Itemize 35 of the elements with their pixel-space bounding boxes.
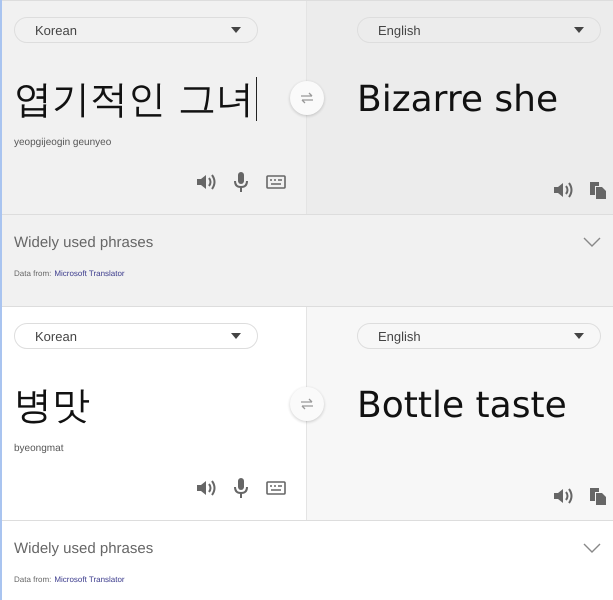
keyboard-icon[interactable] (266, 175, 286, 189)
copy-icon[interactable] (589, 181, 607, 199)
romanization-text: byeongmat (14, 443, 64, 454)
swap-icon (300, 398, 314, 410)
translation-text: Bottle taste (357, 384, 567, 426)
romanization-text: yeopgijeogin geunyeo (14, 137, 112, 148)
source-text[interactable]: 병맛 (14, 380, 90, 430)
attribution-label: Data from: (14, 269, 52, 278)
speaker-icon[interactable] (196, 479, 216, 497)
language-dropdown[interactable]: Korean (14, 17, 258, 43)
phrases-expander[interactable]: Widely used phrases (2, 215, 613, 269)
attribution-link[interactable]: Microsoft Translator (54, 269, 125, 278)
attribution-link[interactable]: Microsoft Translator (54, 575, 125, 584)
translation-text: Bizarre she (357, 78, 558, 120)
language-dropdown[interactable]: Korean (14, 323, 258, 349)
swap-icon (300, 92, 314, 104)
dropdown-caret-icon (574, 333, 584, 339)
source-text[interactable]: 엽기적인 그녀 (14, 74, 254, 124)
swap-button[interactable] (290, 81, 324, 115)
language-dropdown[interactable]: English (357, 323, 601, 349)
swap-button[interactable] (290, 387, 324, 421)
keyboard-icon[interactable] (266, 481, 286, 495)
dropdown-caret-icon (231, 333, 241, 339)
microphone-icon[interactable] (234, 172, 248, 192)
phrases-expander[interactable]: Widely used phrases (2, 521, 613, 575)
text-cursor (256, 77, 258, 121)
speaker-icon[interactable] (196, 173, 216, 191)
speaker-icon[interactable] (553, 181, 573, 199)
speaker-icon[interactable] (553, 487, 573, 505)
microphone-icon[interactable] (234, 478, 248, 498)
dropdown-caret-icon (231, 27, 241, 33)
language-dropdown[interactable]: English (357, 17, 601, 43)
dropdown-caret-icon (574, 27, 584, 33)
copy-icon[interactable] (589, 487, 607, 505)
attribution-label: Data from: (14, 575, 52, 584)
